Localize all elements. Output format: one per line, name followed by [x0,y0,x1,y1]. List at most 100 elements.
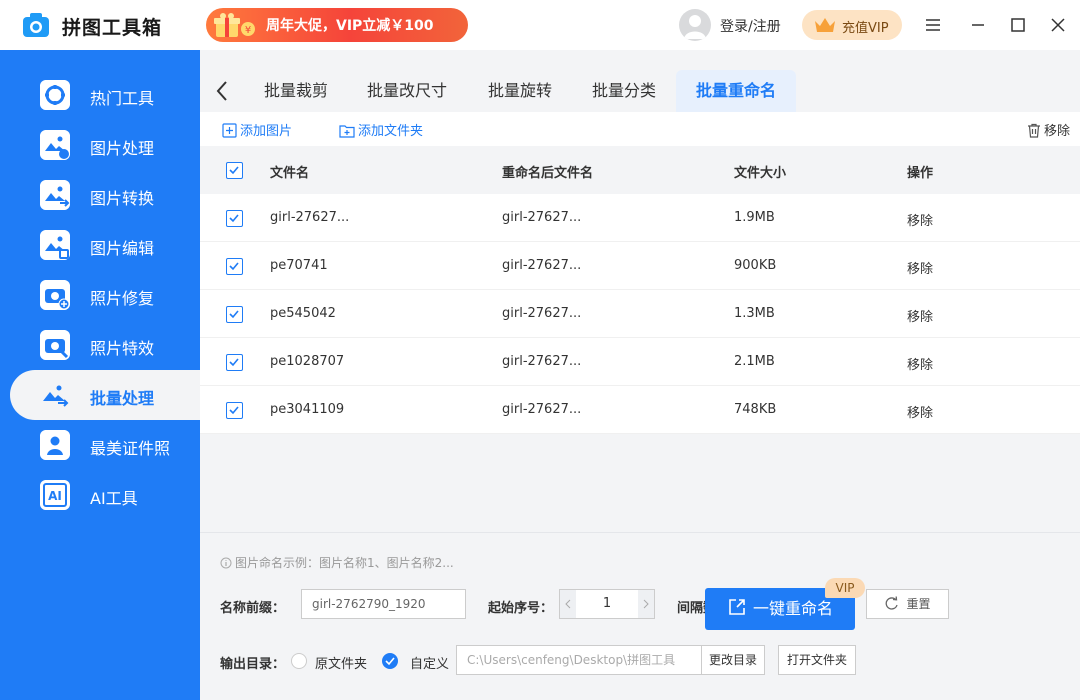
increment-button[interactable] [638,590,654,618]
table-row: pe70741 girl-27627... 900KB 移除 [200,242,1080,290]
cell-filename: pe3041109 [270,402,345,417]
tab-batch-classify[interactable]: 批量分类 [576,70,672,112]
cell-size: 748KB [734,402,777,417]
remove-button[interactable]: 移除 [1027,120,1070,139]
trash-icon [1027,123,1040,138]
sidebar-item-label: 最美证件照 [90,439,171,458]
output-path-input[interactable]: C:\Users\cenfeng\Desktop\拼图工具 [456,645,702,675]
radio-custom-folder[interactable] [382,653,398,669]
start-index-label: 起始序号： [488,601,554,616]
prefix-input[interactable]: girl-2762790_1920 [301,589,466,619]
app-title: 拼图工具箱 [62,17,163,39]
output-dir-label: 输出目录： [220,657,286,672]
tab-batch-rename[interactable]: 批量重命名 [676,70,796,112]
settings-panel: 图片命名示例：图片名称1、图片名称2... 名称前缀： girl-2762790… [200,532,1080,700]
option-original-folder[interactable]: 原文件夹 [315,653,367,672]
recharge-vip-button[interactable]: 充值VIP [802,10,902,40]
row-checkbox[interactable] [226,258,243,275]
check-icon [385,657,395,666]
back-arrow-icon[interactable] [214,80,230,102]
gift-icon: ¥ [214,13,255,37]
svg-text:AI: AI [48,489,62,503]
header-filename: 文件名 [270,166,310,181]
sidebar-item-label: 照片修复 [90,289,155,308]
row-checkbox[interactable] [226,306,243,323]
select-all-checkbox[interactable] [226,162,243,179]
cell-renamed: girl-27627... [502,402,582,417]
table-row: pe545042 girl-27627... 1.3MB 移除 [200,290,1080,338]
row-checkbox[interactable] [226,210,243,227]
check-icon [229,406,239,415]
radio-original-folder[interactable] [291,653,307,669]
id-photo-icon [40,430,70,460]
open-folder-button[interactable]: 打开文件夹 [778,645,856,675]
sidebar-item-label: 照片特效 [90,339,155,358]
option-custom-folder[interactable]: 自定义 [410,653,449,672]
image-convert-icon [40,180,70,210]
login-link[interactable]: 登录/注册 [720,16,781,36]
svg-text:¥: ¥ [245,25,251,36]
row-checkbox[interactable] [226,354,243,371]
promo-banner[interactable]: ¥ 周年大促，VIP立减￥100 [206,8,468,42]
row-remove-button[interactable]: 移除 [907,210,933,229]
add-folder-button[interactable]: 添加文件夹 [339,120,423,139]
sidebar-item-label: 图片编辑 [90,239,155,258]
sidebar-item-image-convert[interactable]: 图片转换 [10,170,200,220]
tab-batch-rotate[interactable]: 批量旋转 [472,70,568,112]
sidebar-item-batch-process[interactable]: 批量处理 [10,370,200,420]
cell-renamed: girl-27627... [502,210,582,225]
cell-filename: girl-27627... [270,210,350,225]
add-image-button[interactable]: 添加图片 [222,120,292,139]
title-bar: 拼图工具箱 ¥ 周年大促，VIP立减￥100 登录/注册 充值VIP [0,0,1080,50]
row-remove-button[interactable]: 移除 [907,402,933,421]
sidebar-item-image-edit[interactable]: 图片编辑 [10,220,200,270]
cell-size: 1.3MB [734,306,775,321]
cell-filename: pe545042 [270,306,336,321]
check-icon [229,262,239,271]
hot-tools-icon [40,80,70,110]
tab-batch-crop[interactable]: 批量裁剪 [248,70,344,112]
cell-renamed: girl-27627... [502,306,582,321]
cell-renamed: girl-27627... [502,354,582,369]
avatar[interactable] [679,9,711,41]
minimize-icon[interactable] [968,15,988,35]
chevron-left-icon [565,599,571,609]
row-checkbox[interactable] [226,402,243,419]
sidebar-item-ai-tools[interactable]: AI AI工具 [10,470,200,520]
sidebar-item-photo-effects[interactable]: 照片特效 [10,320,200,370]
sidebar-item-hot-tools[interactable]: 热门工具 [10,70,200,120]
row-remove-button[interactable]: 移除 [907,354,933,373]
maximize-icon[interactable] [1008,15,1028,35]
reset-label: 重置 [906,597,931,611]
batch-process-icon [43,385,69,407]
sidebar-item-image-process[interactable]: 图片处理 [10,120,200,170]
row-remove-button[interactable]: 移除 [907,258,933,277]
chevron-right-icon [643,599,649,609]
sidebar-item-label: 批量处理 [90,389,155,408]
menu-icon[interactable] [923,15,943,35]
sidebar-item-label: AI工具 [90,489,138,508]
reset-button[interactable]: 重置 [866,589,949,619]
change-dir-button[interactable]: 更改目录 [701,645,765,675]
export-icon [729,599,745,615]
crown-icon [815,18,835,32]
table-row: pe3041109 girl-27627... 748KB 移除 [200,386,1080,434]
cell-size: 2.1MB [734,354,775,369]
start-index-value[interactable]: 1 [576,590,638,618]
close-icon[interactable] [1048,15,1068,35]
sidebar-item-photo-repair[interactable]: 照片修复 [10,270,200,320]
sidebar-item-id-photo[interactable]: 最美证件照 [10,420,200,470]
start-index-stepper[interactable]: 1 [559,589,655,619]
toolbar: 添加图片 添加文件夹 移除 [200,112,1080,146]
cell-filename: pe1028707 [270,354,345,369]
table-header: 文件名 重命名后文件名 文件大小 操作 [200,146,1080,194]
decrement-button[interactable] [560,590,576,618]
tab-batch-resize[interactable]: 批量改尺寸 [352,70,462,112]
recharge-vip-label: 充值VIP [842,21,889,36]
row-remove-button[interactable]: 移除 [907,306,933,325]
add-image-icon [222,123,237,138]
cell-filename: pe70741 [270,258,328,273]
tab-bar: 批量裁剪 批量改尺寸 批量旋转 批量分类 批量重命名 [200,70,1080,112]
main-panel: 批量裁剪 批量改尺寸 批量旋转 批量分类 批量重命名 添加图片 添加文件夹 移除 [200,50,1080,700]
app-logo-icon [23,13,49,37]
